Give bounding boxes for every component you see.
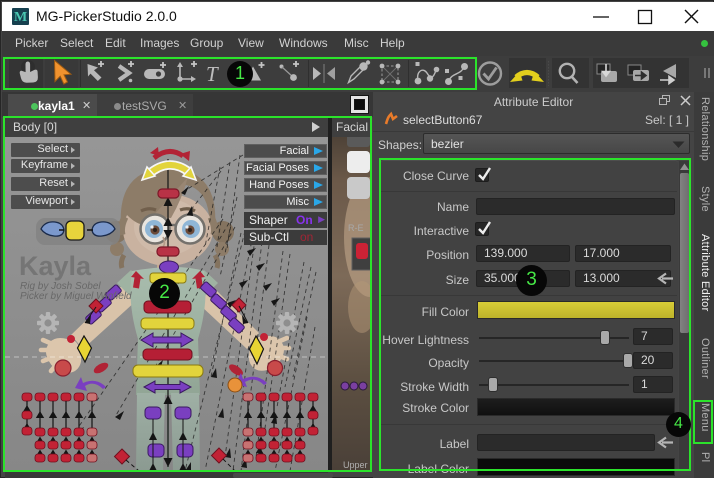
svg-text:M: M	[14, 10, 27, 25]
